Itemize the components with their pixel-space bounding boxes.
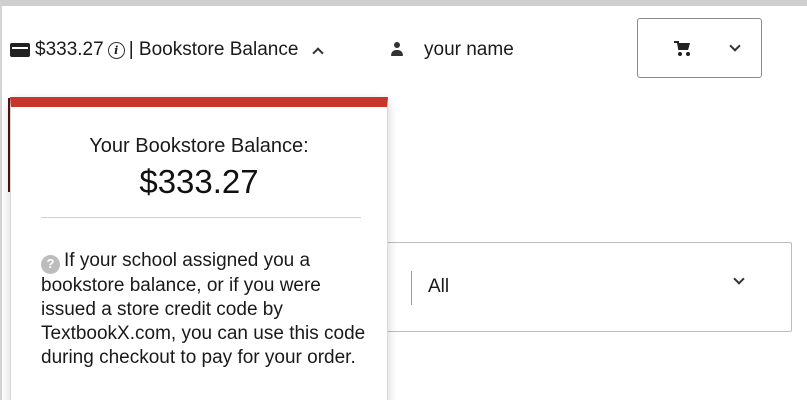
user-account-link[interactable]: your name <box>390 36 514 64</box>
chevron-up-icon <box>312 46 325 59</box>
popup-description-text: If your school assigned you a bookstore … <box>41 250 366 368</box>
balance-amount: $333.27 <box>35 39 104 60</box>
balance-label: | Bookstore Balance <box>128 39 299 60</box>
help-icon: ? <box>41 254 60 274</box>
bookstore-balance-toggle[interactable]: $333.27 i | Bookstore Balance <box>10 36 325 64</box>
popup-balance-amount: $333.27 <box>139 163 259 200</box>
popup-divider <box>41 217 361 218</box>
user-name: your name <box>424 39 514 60</box>
cart-button[interactable] <box>637 18 762 78</box>
bookstore-balance-popup: Your Bookstore Balance: $333.27 ? If your… <box>10 97 388 400</box>
credit-card-icon <box>10 43 30 57</box>
popup-description: ? If your school assigned you a bookstore… <box>41 249 371 370</box>
person-icon <box>390 42 404 58</box>
filter-selected-value: All <box>428 276 450 297</box>
chevron-down-icon <box>729 39 741 52</box>
cart-icon <box>674 40 692 56</box>
filter-select[interactable]: All <box>380 242 792 332</box>
info-icon[interactable]: i <box>107 41 125 59</box>
chevron-down-icon <box>733 273 745 285</box>
popup-heading: Your Bookstore Balance: <box>89 135 309 157</box>
select-separator <box>411 271 412 305</box>
